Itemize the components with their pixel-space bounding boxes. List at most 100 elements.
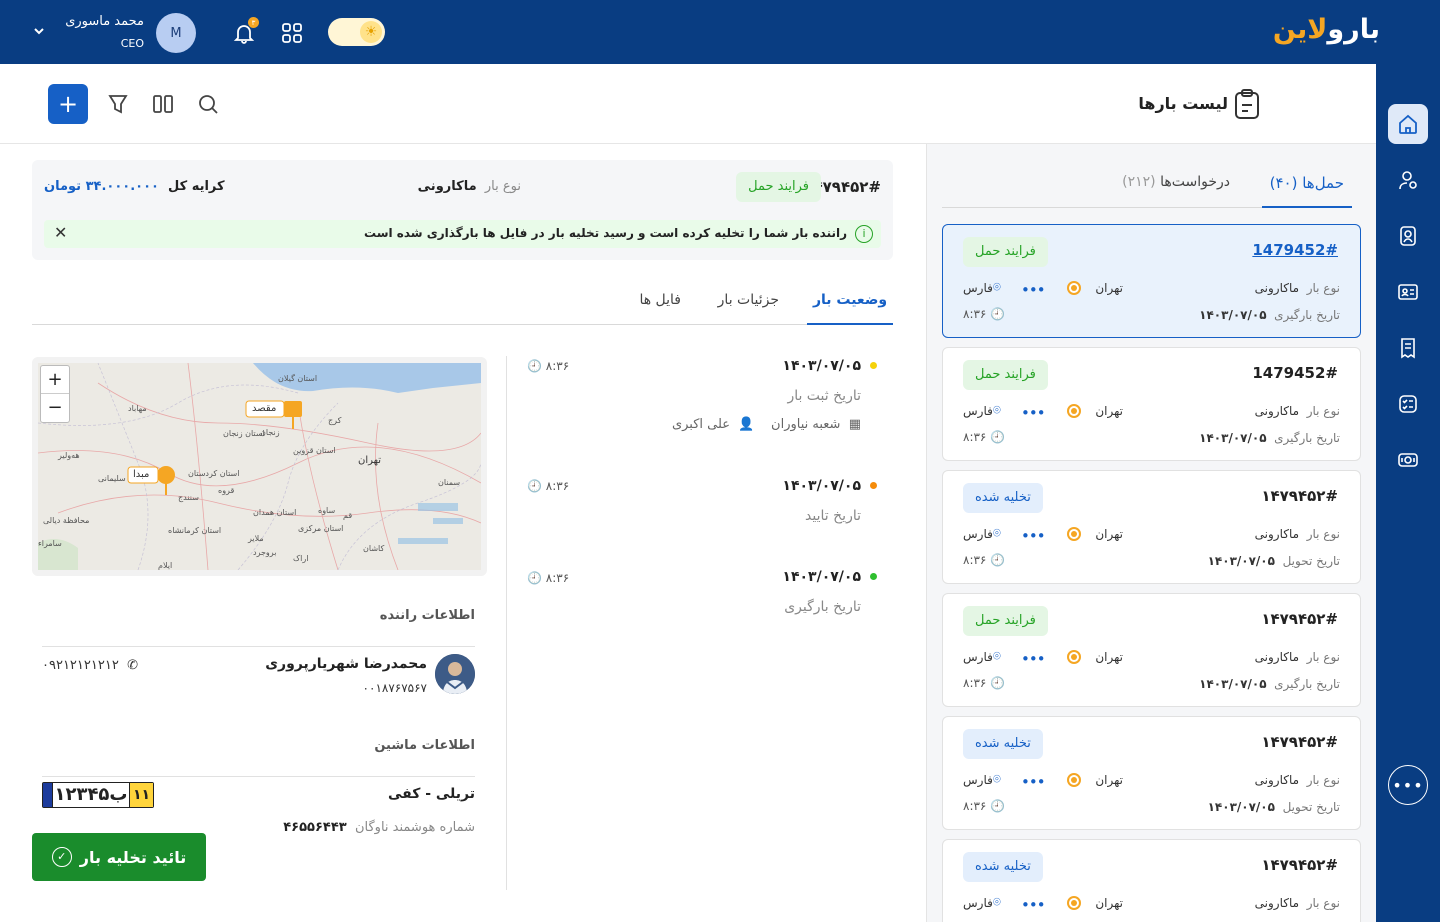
home-icon <box>1399 114 1417 134</box>
section-title: اطلاعات ماشین <box>374 738 475 753</box>
destination-city: فارس <box>963 896 993 910</box>
app-logo[interactable]: بارولاین <box>1273 14 1381 45</box>
zoom-in-button[interactable]: + <box>41 366 69 394</box>
top-bar: بارولاین ☀ ۳ M محمد ماسوری CEO <box>0 0 1440 64</box>
apps-grid-icon[interactable] <box>279 20 305 46</box>
svg-text:سلیمانی: سلیمانی <box>98 474 126 483</box>
svg-text:ملایر: ملایر <box>247 534 264 543</box>
origin-marker-icon <box>1067 773 1081 787</box>
shipment-card[interactable]: ۱۴۷۹۴۵۲# فرایند حمل نوع بار ماکارونی تهران •… <box>942 593 1361 707</box>
shipment-card[interactable]: 1479452# فرایند حمل نوع بار ماکارونی تهران •… <box>942 347 1361 461</box>
status-badge: فرایند حمل <box>736 172 821 202</box>
avatar[interactable]: M <box>156 13 196 53</box>
confirm-unload-button[interactable]: تائید تخلیه بار ✓ <box>32 833 206 881</box>
driver-phone[interactable]: ۰۹۲۱۲۱۲۱۲۱۲ ✆ <box>42 658 138 673</box>
svg-text:استان کردستان: استان کردستان <box>188 469 239 478</box>
rail-users[interactable] <box>1388 160 1428 200</box>
tab-status[interactable]: وضعیت بار <box>807 292 893 325</box>
status-badge: فرایند حمل <box>963 237 1048 267</box>
origin-city: تهران <box>1095 404 1123 418</box>
info-icon: i <box>855 225 873 243</box>
timeline-label: تاریخ ثبت بار <box>787 388 861 404</box>
notification-badge: ۳ <box>248 17 259 28</box>
page-title: لیست بارها <box>1138 94 1228 113</box>
close-icon[interactable]: ✕ <box>54 223 67 242</box>
svg-text:سامراء: سامراء <box>38 539 62 548</box>
timeline-time: 🕘 ۸:۳۶ <box>527 359 570 373</box>
location-pin-icon: ⌾ <box>993 649 1001 664</box>
route-dots-icon: ••• <box>1021 773 1046 791</box>
rail-finance[interactable] <box>1388 440 1428 480</box>
rail-profile[interactable] <box>1388 216 1428 256</box>
driver-code: ۰۰۱۸۷۶۷۵۶۷ <box>362 681 427 695</box>
id-badge-icon <box>1400 226 1416 246</box>
shipment-card[interactable]: ۱۴۷۹۴۵۲# تخلیه شده نوع بار ماکارونی تهران ••… <box>942 839 1361 922</box>
confirm-label: تائید تخلیه بار <box>79 847 187 867</box>
tab-requests[interactable]: درخواست‌ها (۲۱۲) <box>1122 174 1230 190</box>
origin-marker-icon <box>1067 281 1081 295</box>
svg-text:استان کرمانشاه: استان کرمانشاه <box>168 526 221 535</box>
svg-text:سنندج: سنندج <box>178 493 199 502</box>
timeline-date: ۱۴۰۳/۰۷/۰۵ <box>782 569 861 585</box>
tab-shipments[interactable]: حمل‌ها (۴۰) <box>1261 174 1352 208</box>
theme-toggle[interactable]: ☀ <box>328 18 385 46</box>
svg-text:قروه: قروه <box>218 486 234 495</box>
cargo-type: نوع بار ماکارونی <box>1254 650 1340 664</box>
clock-icon: 🕘 <box>990 430 1006 444</box>
card-time: ۸:۳۶ 🕘 <box>963 307 1006 321</box>
timeline-dot <box>870 362 877 369</box>
route: تهران ••• ⌾ فارس <box>963 402 1123 422</box>
cargo-type: نوع بار ماکارونی <box>1254 281 1340 295</box>
svg-text:تهران: تهران <box>358 455 381 466</box>
origin-city: تهران <box>1095 527 1123 541</box>
info-alert: i راننده بار شما را تخلیه کرده است و رسی… <box>44 220 881 248</box>
route: تهران ••• ⌾ فارس <box>963 771 1123 791</box>
shipment-card[interactable]: ۱۴۷۹۴۵۲# تخلیه شده نوع بار ماکارونی تهران ••… <box>942 716 1361 830</box>
zoom-out-button[interactable]: − <box>41 394 69 422</box>
svg-text:کاشان: کاشان <box>363 544 384 553</box>
route: تهران ••• ⌾ فارس <box>963 279 1123 299</box>
route-dots-icon: ••• <box>1021 650 1046 668</box>
svg-text:استان زنجان: استان زنجان <box>223 429 265 438</box>
destination-city: فارس <box>963 404 993 418</box>
more-options-icon[interactable]: ••• <box>1388 765 1428 805</box>
destination-city: فارس <box>963 281 993 295</box>
money-icon <box>1398 453 1418 467</box>
location-pin-icon: ⌾ <box>993 280 1001 295</box>
tab-files[interactable]: فایل ها <box>639 292 681 308</box>
vehicle-section: اطلاعات ماشین تریلی - کفی شماره هوشمند ن… <box>42 738 475 838</box>
filter-icon[interactable] <box>98 84 138 124</box>
sun-icon: ☀ <box>360 21 382 43</box>
status-badge: تخلیه شده <box>963 729 1043 759</box>
shipment-card[interactable]: 1479452# فرایند حمل نوع بار ماکارونی تهران •… <box>942 224 1361 338</box>
smart-number: شماره هوشمند ناوگان ۴۶۵۵۶۴۴۳ <box>283 820 475 835</box>
shipment-card[interactable]: ۱۴۷۹۴۵۲# تخلیه شده نوع بار ماکارونی تهران ••… <box>942 470 1361 584</box>
rail-home[interactable] <box>1388 104 1428 144</box>
chevron-down-icon[interactable] <box>32 24 46 42</box>
card-time: ۸:۳۶ 🕘 <box>963 799 1006 813</box>
tab-details[interactable]: جزئیات بار <box>718 292 779 308</box>
destination-city: فارس <box>963 773 993 787</box>
rail-invoices[interactable] <box>1388 328 1428 368</box>
cargo-type: نوع بار ماکارونی <box>1254 404 1340 418</box>
timeline-time: 🕘 ۸:۳۶ <box>527 479 570 493</box>
rail-contacts[interactable] <box>1388 272 1428 312</box>
iran-flag-icon <box>43 783 53 807</box>
timeline-date: ۱۴۰۳/۰۷/۰۵ <box>782 478 861 494</box>
shipment-summary: ۱۴۷۹۴۵۲# فرایند حمل نوع بار ماکارونی کرا… <box>32 160 893 260</box>
user-settings-icon <box>1399 171 1417 190</box>
svg-text:ایلام: ایلام <box>158 561 172 570</box>
origin-city: تهران <box>1095 896 1123 910</box>
columns-icon[interactable] <box>143 84 183 124</box>
add-button[interactable]: + <box>48 84 88 124</box>
checklist-icon <box>1399 395 1417 413</box>
route-map[interactable]: استان گیلان زنجان استان زنجان مهاباد تهر… <box>32 357 487 576</box>
notification-bell-icon[interactable]: ۳ <box>231 17 259 46</box>
route: تهران ••• ⌾ فارس <box>963 894 1123 914</box>
clock-icon: 🕘 <box>990 676 1006 690</box>
search-icon[interactable] <box>188 84 228 124</box>
svg-text:کرج: کرج <box>328 416 342 425</box>
shipment-list-panel: حمل‌ها (۴۰) درخواست‌ها (۲۱۲) 1479452# فرا… <box>926 144 1376 922</box>
clock-icon: 🕘 <box>527 571 542 585</box>
rail-tasks[interactable] <box>1388 384 1428 424</box>
